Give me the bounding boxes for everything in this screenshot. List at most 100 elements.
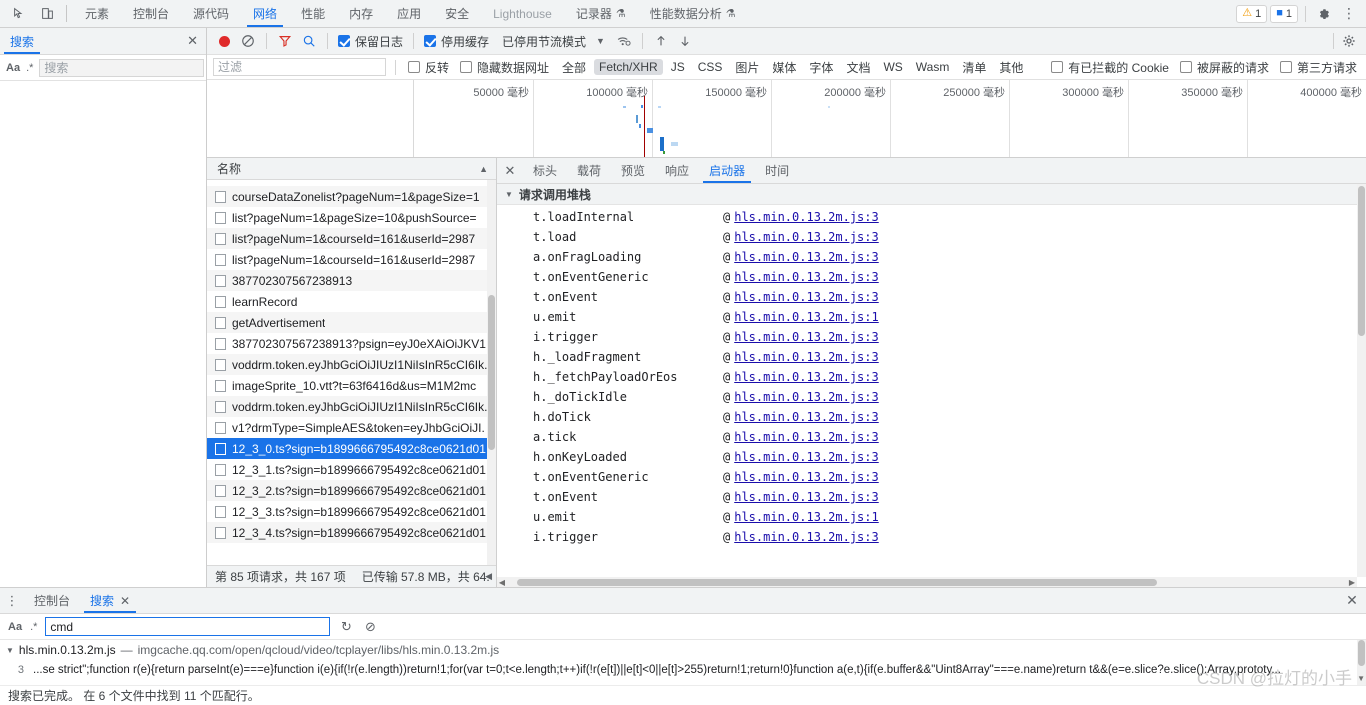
blocked-requests-checkbox[interactable]: 被屏蔽的请求 xyxy=(1177,59,1272,76)
call-stack-source-link[interactable]: hls.min.0.13.2m.js:3 xyxy=(734,210,879,224)
gear-icon[interactable] xyxy=(1338,30,1360,52)
table-row[interactable]: 387702307567238913 xyxy=(207,270,496,291)
main-tab-2[interactable]: 控制台 xyxy=(121,0,181,27)
refresh-icon[interactable]: ↻ xyxy=(338,619,354,635)
warning-badge[interactable]: ⚠ 1 xyxy=(1236,4,1268,23)
table-row[interactable]: 12_3_1.ts?sign=b1899666795492c8ce0621d01 xyxy=(207,459,496,480)
table-row[interactable]: imageSprite_10.vtt?t=63f6416d&us=M1M2mc xyxy=(207,375,496,396)
table-row[interactable]: learnRecord xyxy=(207,291,496,312)
invert-checkbox[interactable]: 反转 xyxy=(405,59,452,76)
chevron-down-icon[interactable]: ▼ xyxy=(596,36,605,46)
main-tab-3[interactable]: 源代码 xyxy=(181,0,241,27)
filter-type-6[interactable]: 媒体 xyxy=(767,58,801,77)
detail-tab-3[interactable]: 预览 xyxy=(611,158,655,183)
table-row[interactable]: 387702307567238913?psign=eyJ0eXAiOiJKV1 xyxy=(207,333,496,354)
initiator-section-header[interactable]: ▼ 请求调用堆栈 xyxy=(497,184,1366,205)
filter-type-11[interactable]: 清单 xyxy=(957,58,991,77)
table-row[interactable]: list?pageNum=1&courseId=161&userId=2987 xyxy=(207,249,496,270)
table-row[interactable] xyxy=(207,543,496,549)
main-tab-8[interactable]: 安全 xyxy=(433,0,481,27)
filter-type-5[interactable]: 图片 xyxy=(730,58,764,77)
main-tab-4[interactable]: 网络 xyxy=(241,0,289,27)
drawer-tab-2[interactable]: 搜索 ✕ xyxy=(80,588,140,613)
kebab-menu-icon[interactable]: ⋮ xyxy=(0,588,24,613)
table-row[interactable]: v1?drmType=SimpleAES&token=eyJhbGciOiJI. xyxy=(207,417,496,438)
call-stack-source-link[interactable]: hls.min.0.13.2m.js:3 xyxy=(734,270,879,284)
regex-toggle[interactable]: .* xyxy=(30,621,37,633)
kebab-menu-icon[interactable]: ⋮ xyxy=(1338,3,1360,25)
detail-horizontal-scrollbar[interactable]: ◀ ▶ xyxy=(497,577,1357,587)
table-row[interactable]: 12_3_3.ts?sign=b1899666795492c8ce0621d01 xyxy=(207,501,496,522)
close-icon[interactable]: ✕ xyxy=(497,158,523,183)
scroll-left-arrow-icon[interactable]: ◀ xyxy=(485,571,492,582)
filter-type-2[interactable]: Fetch/XHR xyxy=(594,59,663,75)
call-stack-source-link[interactable]: hls.min.0.13.2m.js:1 xyxy=(734,310,879,324)
close-icon[interactable]: ✕ xyxy=(187,33,198,49)
disable-cache-checkbox[interactable]: 停用缓存 xyxy=(421,33,492,50)
scrollbar-thumb[interactable] xyxy=(1358,186,1365,336)
filter-type-3[interactable]: JS xyxy=(666,59,690,75)
sidebar-search-input[interactable] xyxy=(39,58,205,77)
network-overview[interactable]: 50000 毫秒 100000 毫秒 150000 毫秒 200000 毫秒 25000… xyxy=(207,80,1366,158)
call-stack-source-link[interactable]: hls.min.0.13.2m.js:3 xyxy=(734,530,879,544)
table-row[interactable]: list?pageNum=1&pageSize=10&pushSource= xyxy=(207,207,496,228)
filter-input[interactable] xyxy=(213,58,386,76)
table-row[interactable]: 12_3_4.ts?sign=b1899666795492c8ce0621d01 xyxy=(207,522,496,543)
scrollbar-thumb[interactable] xyxy=(488,295,495,450)
request-column-header[interactable]: 名称 ▲ xyxy=(207,158,496,180)
call-stack-source-link[interactable]: hls.min.0.13.2m.js:3 xyxy=(734,350,879,364)
inspect-element-icon[interactable] xyxy=(6,1,32,27)
filter-type-8[interactable]: 文档 xyxy=(841,58,875,77)
call-stack-source-link[interactable]: hls.min.0.13.2m.js:3 xyxy=(734,370,879,384)
filter-type-7[interactable]: 字体 xyxy=(804,58,838,77)
main-tab-10[interactable]: 记录器 ⚗ xyxy=(564,0,638,27)
call-stack-source-link[interactable]: hls.min.0.13.2m.js:3 xyxy=(734,430,879,444)
filter-type-12[interactable]: 其他 xyxy=(994,58,1028,77)
main-tab-6[interactable]: 内存 xyxy=(337,0,385,27)
match-case-toggle[interactable]: Aa xyxy=(6,62,20,74)
match-case-toggle[interactable]: Aa xyxy=(8,621,22,633)
close-icon[interactable]: ✕ xyxy=(120,594,130,608)
main-tab-11[interactable]: 性能数据分析 ⚗ xyxy=(638,0,748,27)
filter-type-10[interactable]: Wasm xyxy=(911,59,955,75)
scrollbar-thumb[interactable] xyxy=(1358,640,1365,666)
detail-tab-2[interactable]: 载荷 xyxy=(567,158,611,183)
call-stack-source-link[interactable]: hls.min.0.13.2m.js:3 xyxy=(734,250,879,264)
call-stack-source-link[interactable]: hls.min.0.13.2m.js:3 xyxy=(734,490,879,504)
call-stack-source-link[interactable]: hls.min.0.13.2m.js:3 xyxy=(734,230,879,244)
detail-tab-6[interactable]: 时间 xyxy=(755,158,799,183)
search-icon[interactable] xyxy=(298,30,320,52)
clear-icon[interactable]: ⊘ xyxy=(362,619,378,635)
table-row[interactable]: courseDataZonelist?pageNum=1&pageSize=1 xyxy=(207,186,496,207)
main-tab-5[interactable]: 性能 xyxy=(289,0,337,27)
sort-ascending-icon[interactable]: ▲ xyxy=(479,164,488,174)
call-stack-source-link[interactable]: hls.min.0.13.2m.js:3 xyxy=(734,290,879,304)
table-row[interactable]: list?pageNum=1&courseId=161&userId=2987 xyxy=(207,228,496,249)
drawer-search-input[interactable] xyxy=(45,617,331,636)
scroll-right-arrow-icon[interactable]: ▶ xyxy=(1347,578,1357,587)
request-rows-scroll[interactable]: courseDataZonelist?pageNum=1&pageSize=1 l… xyxy=(207,180,496,565)
main-tab-1[interactable]: 元素 xyxy=(73,0,121,27)
clear-icon[interactable] xyxy=(237,30,259,52)
device-toolbar-icon[interactable] xyxy=(34,1,60,27)
preserve-log-checkbox[interactable]: 保留日志 xyxy=(335,33,406,50)
hide-data-urls-checkbox[interactable]: 隐藏数据网址 xyxy=(457,59,552,76)
search-result-line[interactable]: 3 ...se strict";function r(e){return par… xyxy=(0,660,1366,680)
gear-icon[interactable] xyxy=(1313,3,1335,25)
call-stack-source-link[interactable]: hls.min.0.13.2m.js:3 xyxy=(734,450,879,464)
sidebar-tab-search[interactable]: 搜索 xyxy=(0,28,44,54)
drawer-scrollbar[interactable]: ▼ xyxy=(1357,640,1366,685)
third-party-checkbox[interactable]: 第三方请求 xyxy=(1277,59,1360,76)
request-list[interactable]: courseDataZonelist?pageNum=1&pageSize=1 l… xyxy=(207,180,496,565)
scrollbar-thumb[interactable] xyxy=(517,578,1157,586)
call-stack-source-link[interactable]: hls.min.0.13.2m.js:1 xyxy=(734,510,879,524)
close-icon[interactable]: ✕ xyxy=(1338,588,1366,613)
drawer-tab-1[interactable]: 控制台 xyxy=(24,588,80,613)
filter-type-1[interactable]: 全部 xyxy=(557,58,591,77)
throttling-selector[interactable]: 已停用节流模式 xyxy=(502,33,586,50)
search-result-file[interactable]: ▼ hls.min.0.13.2m.js — imgcache.qq.com/o… xyxy=(0,640,1366,660)
detail-tab-5[interactable]: 启动器 xyxy=(699,158,755,183)
table-row[interactable]: 12_3_0.ts?sign=b1899666795492c8ce0621d01 xyxy=(207,438,496,459)
regex-toggle[interactable]: .* xyxy=(26,62,33,74)
detail-tab-4[interactable]: 响应 xyxy=(655,158,699,183)
